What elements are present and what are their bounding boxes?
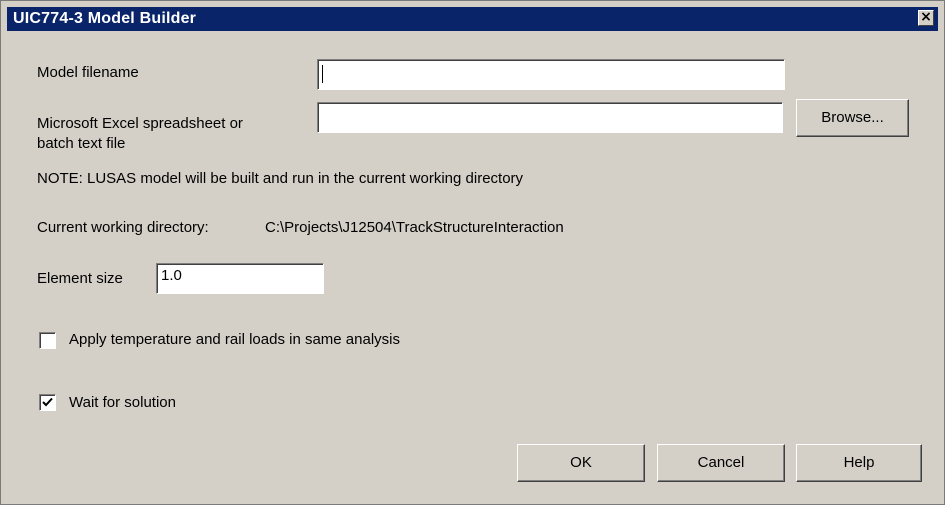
model-filename-input[interactable] — [317, 59, 785, 90]
close-icon: × — [920, 9, 932, 25]
title-bar[interactable]: UIC774-3 Model Builder × — [7, 7, 938, 31]
help-button[interactable]: Help — [796, 444, 922, 482]
cancel-button[interactable]: Cancel — [657, 444, 785, 482]
window-title: UIC774-3 Model Builder — [13, 10, 197, 27]
spreadsheet-label-line2: batch text file — [37, 135, 126, 152]
spreadsheet-input[interactable] — [317, 102, 783, 133]
browse-button[interactable]: Browse... — [796, 99, 909, 137]
close-button[interactable]: × — [918, 10, 934, 26]
element-size-label: Element size — [37, 270, 123, 287]
text-caret — [322, 65, 323, 83]
note-text: NOTE: LUSAS model will be built and run … — [37, 170, 524, 187]
apply-temperature-label: Apply temperature and rail loads in same… — [69, 331, 401, 348]
working-dir-label: Current working directory: — [37, 219, 209, 236]
model-filename-label: Model filename — [37, 64, 139, 81]
wait-for-solution-checkbox[interactable] — [39, 394, 56, 411]
checkmark-icon — [42, 397, 53, 407]
model-builder-dialog: UIC774-3 Model Builder × Model filename … — [0, 0, 945, 505]
apply-temperature-checkbox[interactable] — [39, 332, 56, 349]
element-size-input[interactable]: 1.0 — [156, 263, 324, 294]
working-dir-value: C:\Projects\J12504\TrackStructureInterac… — [265, 219, 564, 236]
wait-for-solution-label: Wait for solution — [69, 394, 176, 411]
spreadsheet-label-line1: Microsoft Excel spreadsheet or — [37, 115, 243, 132]
ok-button[interactable]: OK — [517, 444, 645, 482]
